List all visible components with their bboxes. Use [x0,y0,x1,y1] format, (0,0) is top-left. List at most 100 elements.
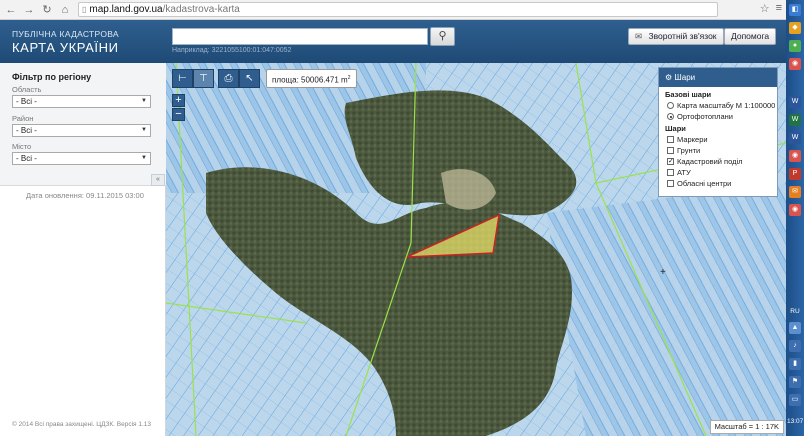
mail-icon: ✉ [635,31,643,41]
page-icon: ▯ [82,5,87,14]
raion-select[interactable]: - Всі - ▼ [12,124,151,137]
radio-button[interactable] [667,102,674,109]
measure-distance-icon[interactable]: ⊢ [172,69,193,88]
map-tool-group-2: ⎙ ↖ [218,69,260,88]
radio-button[interactable] [667,113,674,120]
overlay-label: Обласні центри [677,179,732,188]
overlay-option[interactable]: Грунти [667,146,777,155]
chrome-icon[interactable]: ◉ [789,58,801,70]
chevron-down-icon: ▼ [141,155,147,161]
tray-icon[interactable]: ▲ [789,322,801,334]
brand-line-1: ПУБЛІЧНА КАДАСТРОВА [12,29,119,39]
update-date: Дата оновлення: 09.11.2015 03:00 [26,191,144,200]
app-icon[interactable]: ● [789,40,801,52]
bookmark-star-icon[interactable]: ☆ [760,2,770,15]
chrome-icon[interactable]: ◉ [789,150,801,162]
help-button[interactable]: Допомога [724,28,777,45]
parcel-layer-east [546,183,786,436]
home-icon[interactable]: ⌂ [58,3,72,17]
browser-window: ← → ↻ ⌂ ▯ map.land.gov.ua/kadastrova-kar… [0,0,786,436]
filter-title: Фільтр по регіону [12,72,92,82]
overlay-option[interactable]: ✓ Кадастровий поділ [667,157,777,166]
layers-header[interactable]: ⚙ Шари [659,68,777,87]
zoom-out-button[interactable]: − [172,108,185,121]
app-icon[interactable]: ✉ [789,186,801,198]
layers-title: Шари [674,73,696,82]
app-icon[interactable]: ◆ [789,22,801,34]
checkbox[interactable] [667,147,674,154]
word-icon[interactable]: W [789,96,801,108]
sidebar: Фільтр по регіону Область - Всі - ▼ Район… [0,63,166,436]
url-host: map.land.gov.ua [89,4,163,15]
address-bar[interactable]: ▯ map.land.gov.ua/kadastrova-karta [78,2,718,17]
feedback-label: Зворотній зв'язок [648,31,717,41]
collapse-sidebar-button[interactable]: « [151,174,165,186]
cadastral-search-input[interactable] [172,28,428,45]
info-pointer-icon[interactable]: ↖ [239,69,260,88]
site-logo[interactable]: ПУБЛІЧНА КАДАСТРОВА КАРТА УКРАЇНИ [12,29,119,55]
excel-icon[interactable]: W [789,114,801,126]
battery-icon[interactable]: ▭ [789,394,801,406]
oblast-label: Область [12,85,42,94]
search-button[interactable]: ⚲ [430,27,455,46]
map-tool-group: ⊢ ⊤ [172,69,214,88]
word-icon[interactable]: W [789,132,801,144]
app-icon[interactable]: ◧ [789,4,801,16]
checkbox[interactable] [667,169,674,176]
area-readout: площа: 50006.471 m2 [266,69,357,88]
base-layer-option[interactable]: Карта масштабу М 1:100000 [667,101,777,110]
search-hint: Наприклад: 3221055100:01:047:0052 [172,47,292,54]
overlay-label: Маркери [677,135,708,144]
gear-icon: ⚙ [665,73,673,82]
url-path: /kadastrova-karta [162,4,240,15]
city-value: - Всі - [16,154,37,163]
site-header: ПУБЛІЧНА КАДАСТРОВА КАРТА УКРАЇНИ ⚲ Напр… [0,20,786,63]
oblast-select[interactable]: - Всі - ▼ [12,95,151,108]
app-icon[interactable]: P [789,168,801,180]
overlay-layers-title: Шари [665,124,686,133]
region-filter: Фільтр по регіону Область - Всі - ▼ Район… [0,63,166,186]
zoom-in-button[interactable]: + [172,94,185,107]
overlay-option[interactable]: АТУ [667,168,777,177]
language-indicator[interactable]: RU [787,308,803,315]
base-layers-title: Базові шари [665,90,712,99]
os-taskbar: ◧ ◆ ● ◉ W W W ◉ P ✉ ◉ RU ▲ ♪ ▮ ⚑ ▭ 13:07 [786,0,804,436]
network-icon[interactable]: ▮ [789,358,801,370]
checkbox[interactable]: ✓ [667,158,674,165]
overlay-option[interactable]: Обласні центри [667,179,777,188]
checkbox[interactable] [667,136,674,143]
forward-icon[interactable]: → [22,3,36,17]
clock[interactable]: 13:07 [787,418,803,425]
map-view[interactable]: ⊢ ⊤ ⎙ ↖ площа: 50006.471 m2 + − ⚙ Шари Б… [166,63,786,436]
overlay-label: Грунти [677,146,701,155]
area-unit: 2 [347,75,351,81]
layers-panel: ⚙ Шари Базові шари Карта масштабу М 1:10… [658,67,778,197]
tray-icon[interactable]: ⚑ [789,376,801,388]
browser-toolbar: ← → ↻ ⌂ ▯ map.land.gov.ua/kadastrova-kar… [0,0,786,20]
base-layer-label: Ортофотоплани [677,112,734,121]
base-layer-option[interactable]: Ортофотоплани [667,112,777,121]
feedback-button[interactable]: ✉ Зворотній зв'язок [628,28,724,45]
search-icon: ⚲ [438,30,447,42]
chevron-down-icon: ▼ [141,127,147,133]
city-label: Місто [12,142,32,151]
oblast-value: - Всі - [16,97,37,106]
tray-icon[interactable]: ♪ [789,340,801,352]
measure-area-icon[interactable]: ⊤ [193,69,214,88]
reload-icon[interactable]: ↻ [40,3,54,17]
raion-label: Район [12,114,34,123]
menu-icon[interactable]: ≡ [776,2,782,15]
chevron-down-icon: ▼ [141,98,147,104]
city-select[interactable]: - Всі - ▼ [12,152,151,165]
copyright: © 2014 Всі права захищені. ЦДЗК. Версія … [12,421,152,428]
base-layer-label: Карта масштабу М 1:100000 [677,101,776,110]
checkbox[interactable] [667,180,674,187]
scale-indicator: Масштаб = 1 : 17K [709,420,784,434]
chrome-icon[interactable]: ◉ [789,204,801,216]
back-icon[interactable]: ← [4,3,18,17]
print-icon[interactable]: ⎙ [218,69,239,88]
crosshair-icon: + [660,267,666,278]
overlay-option[interactable]: Маркери [667,135,777,144]
overlay-label: Кадастровий поділ [677,157,743,166]
brand-line-2: КАРТА УКРАЇНИ [12,40,119,55]
